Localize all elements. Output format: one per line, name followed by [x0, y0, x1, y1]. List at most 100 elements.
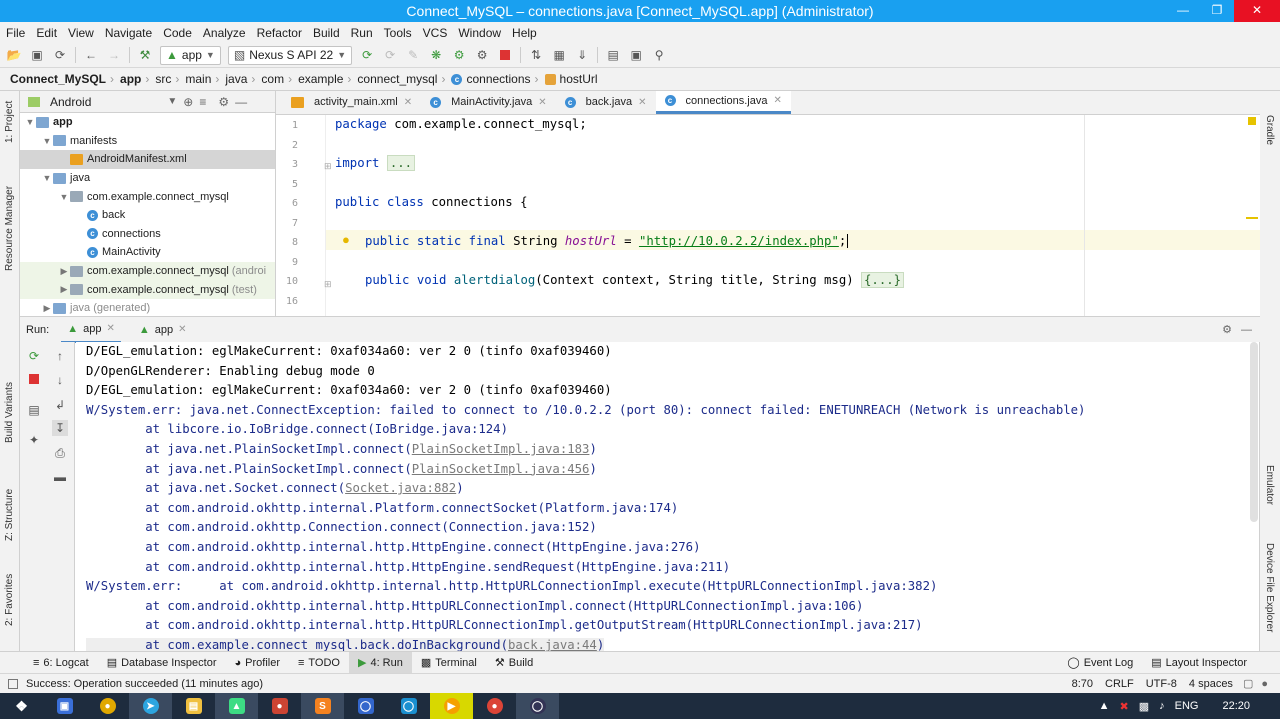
- breadcrumb-item[interactable]: Connect_MySQL: [10, 72, 106, 86]
- menu-navigate[interactable]: Navigate: [105, 26, 152, 40]
- menu-code[interactable]: Code: [163, 26, 192, 40]
- code-line-10[interactable]: public void alertdialog(Context context,…: [365, 272, 905, 288]
- editor-tab[interactable]: c MainActivity.java ✕: [421, 91, 556, 114]
- expand-arrow-icon[interactable]: ▼: [24, 117, 36, 127]
- close-icon[interactable]: ✕: [178, 324, 186, 335]
- avd-manager-icon[interactable]: ▦: [551, 47, 567, 63]
- scroll-to-end-icon[interactable]: ↧: [52, 420, 68, 436]
- pin-icon[interactable]: ✦: [26, 432, 42, 448]
- project-structure-icon[interactable]: ▤: [605, 47, 621, 63]
- menu-help[interactable]: Help: [512, 26, 537, 40]
- tab-todo[interactable]: ≡ TODO: [289, 652, 349, 674]
- taskbar-app[interactable]: ◯: [516, 693, 559, 719]
- build-variants-tab[interactable]: Build Variants: [4, 382, 15, 443]
- menu-run[interactable]: Run: [351, 26, 373, 40]
- tab-database-inspector[interactable]: ▤ Database Inspector: [98, 652, 226, 674]
- stacktrace-link[interactable]: back.java:44: [508, 638, 597, 651]
- close-tab-icon[interactable]: ✕: [638, 97, 646, 108]
- chevron-down-icon[interactable]: ▼: [167, 96, 177, 107]
- menu-build[interactable]: Build: [313, 26, 340, 40]
- breadcrumb-item[interactable]: hostUrl: [560, 72, 598, 86]
- gradle-tab[interactable]: Gradle: [1264, 115, 1275, 145]
- editor-tab[interactable]: c connections.java ✕: [655, 91, 791, 114]
- breadcrumb-item[interactable]: java: [225, 72, 247, 86]
- fold-marker-icon[interactable]: ⊞: [324, 161, 332, 172]
- tab-build[interactable]: ⚒ Build: [486, 652, 542, 674]
- project-tool-tab[interactable]: 1: Project: [4, 101, 15, 143]
- warning-indicator-icon[interactable]: [1248, 117, 1256, 125]
- tree-item[interactable]: c MainActivity: [20, 243, 275, 262]
- gear-icon[interactable]: ⚙: [1222, 323, 1232, 336]
- lock-icon[interactable]: ▢: [1243, 677, 1253, 690]
- menu-analyze[interactable]: Analyze: [203, 26, 246, 40]
- line-separator[interactable]: CRLF: [1105, 678, 1134, 690]
- stacktrace-link[interactable]: Socket.java:882: [345, 481, 456, 495]
- close-tab-icon[interactable]: ✕: [773, 95, 781, 106]
- resource-manager-tab[interactable]: Resource Manager: [4, 186, 15, 271]
- open-folder-icon[interactable]: 📂: [6, 47, 22, 63]
- taskbar-app[interactable]: ◯: [344, 693, 387, 719]
- attach-debugger-icon[interactable]: ⚙: [474, 47, 490, 63]
- taskbar-app[interactable]: ▣: [43, 693, 86, 719]
- menu-edit[interactable]: Edit: [36, 26, 57, 40]
- volume-icon[interactable]: ♪: [1159, 700, 1165, 712]
- folded-method-body[interactable]: {...}: [861, 272, 905, 288]
- structure-tab[interactable]: Z: Structure: [4, 489, 15, 541]
- tab-run[interactable]: ▶ 4: Run: [348, 651, 412, 674]
- caret-position[interactable]: 8:70: [1072, 678, 1093, 690]
- run-tab[interactable]: ▲ app ✕: [61, 317, 121, 343]
- code-line-1[interactable]: package com.example.connect_mysql;: [335, 117, 587, 131]
- stop-icon[interactable]: [497, 47, 513, 63]
- taskbar-app[interactable]: ▤: [172, 693, 215, 719]
- tree-item[interactable]: ▶ com.example.connect_mysql (test): [20, 280, 275, 299]
- taskbar-app[interactable]: ▲: [215, 693, 258, 719]
- error-stripe-mark[interactable]: [1246, 217, 1258, 219]
- close-icon[interactable]: ✕: [107, 323, 115, 334]
- sync-gradle-icon[interactable]: ⇅: [528, 47, 544, 63]
- collapse-arrow-icon[interactable]: ▶: [58, 284, 70, 295]
- forward-arrow-icon[interactable]: →: [106, 47, 122, 63]
- menu-refactor[interactable]: Refactor: [257, 26, 302, 40]
- tree-item[interactable]: ▼ java: [20, 169, 275, 188]
- tree-item[interactable]: ▼ com.example.connect_mysql: [20, 187, 275, 206]
- fold-marker-icon[interactable]: ⊞: [324, 279, 332, 290]
- tree-item[interactable]: AndroidManifest.xml: [20, 150, 275, 169]
- code-line-8[interactable]: public static final String hostUrl = "ht…: [365, 234, 849, 248]
- print-icon[interactable]: ⎙: [52, 445, 68, 461]
- tab-layout-inspector[interactable]: ▤ Layout Inspector: [1142, 652, 1256, 674]
- expand-arrow-icon[interactable]: ▼: [58, 192, 70, 202]
- menu-view[interactable]: View: [68, 26, 94, 40]
- breadcrumb-item[interactable]: main: [185, 72, 211, 86]
- status-message[interactable]: Success: Operation succeeded (11 minutes…: [26, 678, 263, 690]
- tab-terminal[interactable]: ▩ Terminal: [412, 652, 486, 674]
- menu-window[interactable]: Window: [458, 26, 501, 40]
- taskbar-app[interactable]: ●: [86, 693, 129, 719]
- tree-item[interactable]: ▶ com.example.connect_mysql (androi: [20, 261, 275, 281]
- breadcrumb-item[interactable]: app: [120, 72, 141, 86]
- input-language[interactable]: ENG: [1175, 700, 1199, 712]
- project-view-select[interactable]: Android: [50, 95, 91, 109]
- tab-profiler[interactable]: ◕ Profiler: [225, 652, 289, 674]
- apply-code-changes-icon[interactable]: ✎: [405, 47, 421, 63]
- collapse-arrow-icon[interactable]: ▶: [58, 266, 70, 277]
- indent-setting[interactable]: 4 spaces: [1189, 678, 1233, 690]
- tab-logcat[interactable]: ≡ 6: Logcat: [24, 652, 98, 674]
- tab-event-log[interactable]: ◯ Event Log: [1058, 652, 1142, 674]
- favorites-tab[interactable]: 2: Favorites: [4, 574, 15, 626]
- lightbulb-icon[interactable]: ●: [342, 232, 354, 247]
- breadcrumb-item[interactable]: connections: [466, 72, 530, 86]
- stacktrace-link[interactable]: PlainSocketImpl.java:456: [412, 462, 590, 476]
- run-console[interactable]: D/EGL_emulation: eglMakeCurrent: 0xaf034…: [76, 342, 1248, 651]
- close-tab-icon[interactable]: ✕: [538, 97, 546, 108]
- breadcrumb-item[interactable]: src: [155, 72, 171, 86]
- tray-app-icon[interactable]: ✖: [1120, 700, 1129, 713]
- profile-icon[interactable]: ⚙: [451, 47, 467, 63]
- tree-item[interactable]: ▼ manifests: [20, 132, 275, 151]
- menu-file[interactable]: File: [6, 26, 25, 40]
- minimize-icon[interactable]: —: [1166, 0, 1200, 22]
- file-encoding[interactable]: UTF-8: [1146, 678, 1177, 690]
- tray-chevron-icon[interactable]: ▲: [1099, 700, 1110, 712]
- down-arrow-icon[interactable]: ↓: [52, 372, 68, 388]
- tree-item[interactable]: ▶ java (generated): [20, 299, 275, 316]
- close-icon[interactable]: ✕: [1234, 0, 1280, 22]
